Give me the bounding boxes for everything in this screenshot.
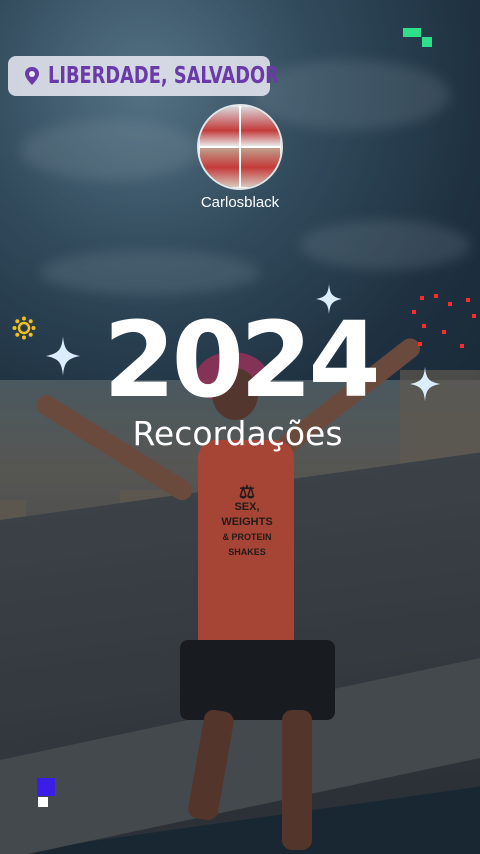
profile-avatar[interactable] bbox=[197, 104, 283, 190]
sparkle-icon bbox=[46, 336, 80, 376]
year-headline: 2024 bbox=[103, 299, 380, 421]
sparkle-icon bbox=[410, 366, 440, 402]
sun-icon bbox=[12, 316, 36, 340]
location-sticker[interactable]: LIBERDADE, SALVADOR bbox=[8, 56, 279, 96]
subtitle-text: Recordações bbox=[132, 414, 343, 453]
profile-username[interactable]: Carlosblack bbox=[180, 194, 300, 211]
pixel-decoration-white bbox=[38, 797, 48, 807]
fireworks-icon bbox=[412, 294, 476, 348]
location-text: LIBERDADE, SALVADOR bbox=[48, 63, 279, 89]
map-pin-icon bbox=[25, 67, 39, 85]
pixel-decoration-blue bbox=[37, 778, 55, 796]
